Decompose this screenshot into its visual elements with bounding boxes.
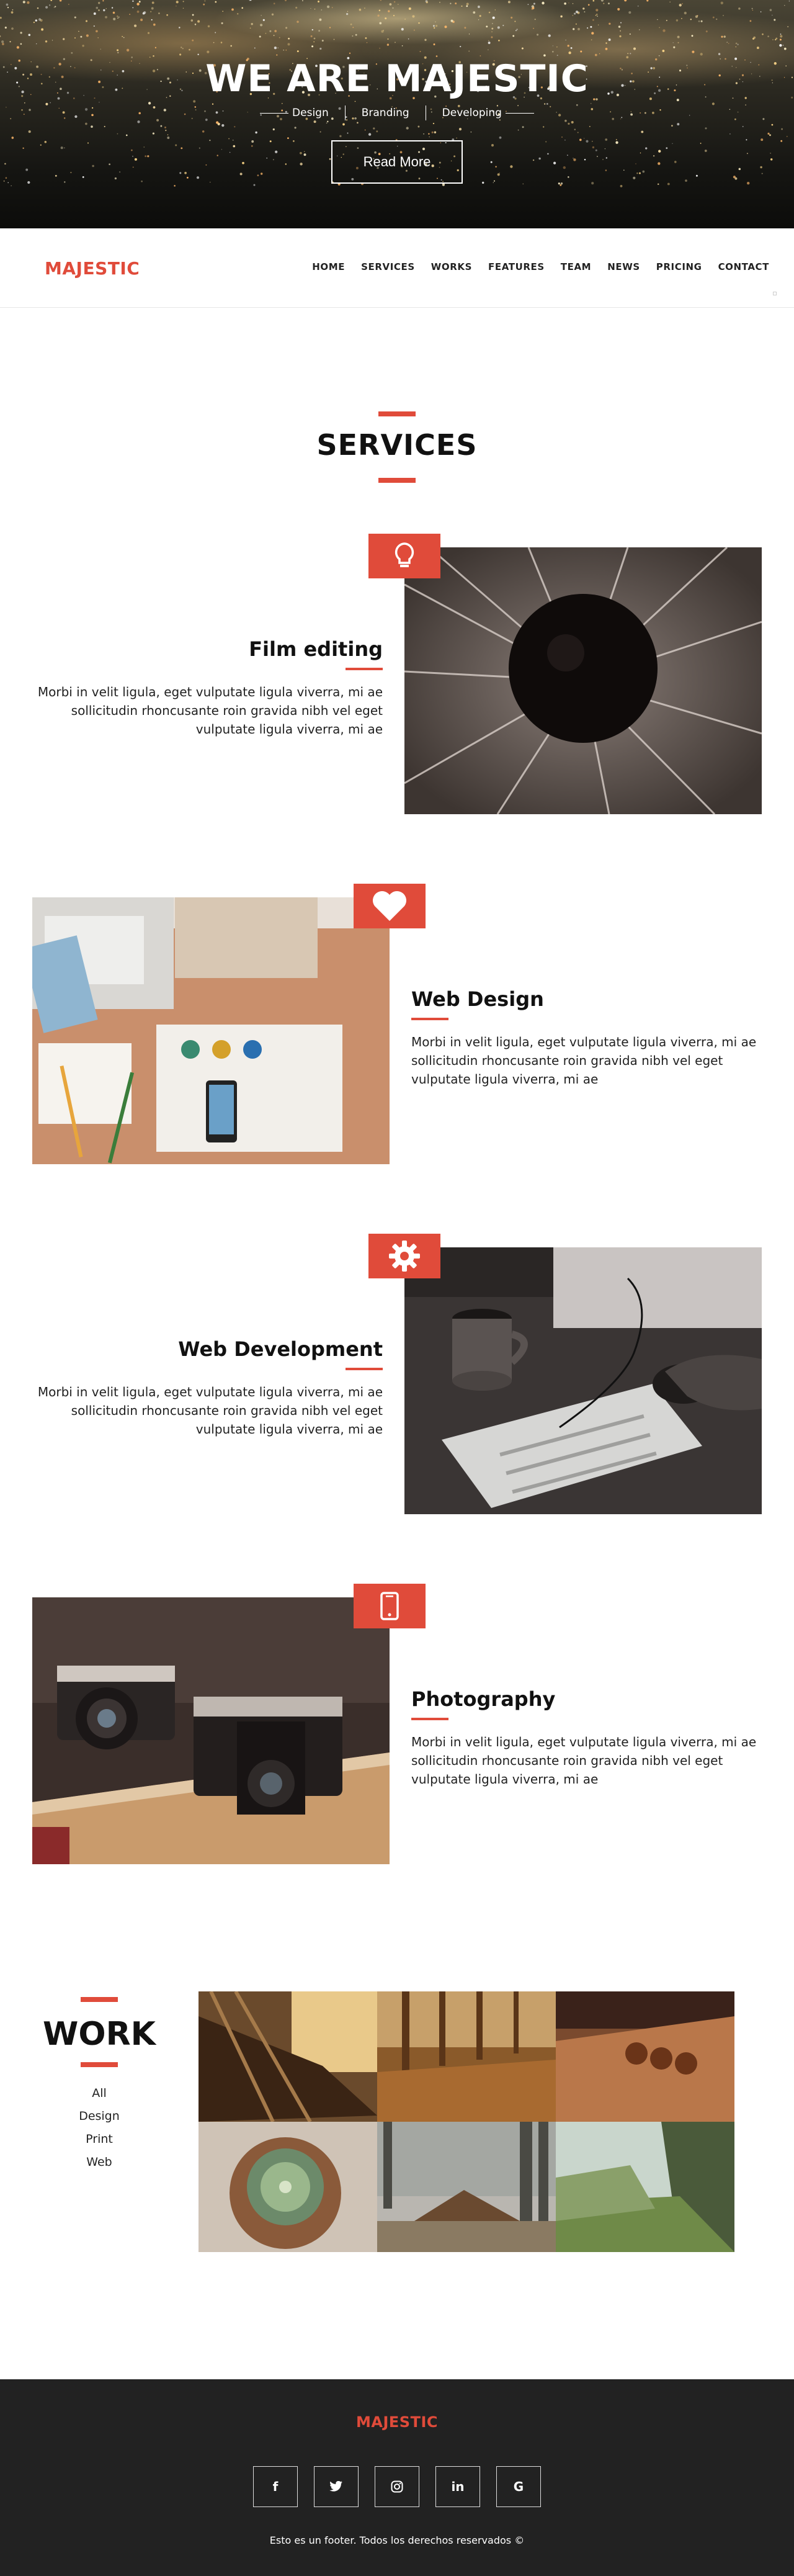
nav-works[interactable]: WORKS xyxy=(431,261,472,272)
service-icon-badge xyxy=(368,1234,440,1278)
web-design-image xyxy=(32,897,390,1164)
work-filters: All Design Print Web xyxy=(62,2082,136,2174)
nav-home[interactable]: HOME xyxy=(312,261,345,272)
main-navbar: MAJESTIC HOME SERVICES WORKS FEATURES TE… xyxy=(0,228,794,308)
service-icon-badge xyxy=(368,534,440,578)
divider xyxy=(260,112,289,114)
service-description: Morbi in velit ligula, eget vulputate li… xyxy=(411,1735,757,1787)
service-title: Film editing xyxy=(249,637,383,661)
accent-bar xyxy=(378,411,416,416)
social-links: f in G xyxy=(253,2466,541,2507)
hero-tag-developing: Developing xyxy=(442,107,502,119)
gear-icon xyxy=(389,1241,420,1272)
heart-icon xyxy=(373,891,406,921)
service-icon-badge xyxy=(354,1584,426,1628)
footer-logo[interactable]: MAJESTIC xyxy=(0,2413,794,2431)
title-underline xyxy=(411,1018,448,1020)
accent-bar xyxy=(81,2062,118,2067)
service-description: Morbi in velit ligula, eget vulputate li… xyxy=(37,1384,383,1437)
hero-tag-branding: Branding xyxy=(361,107,409,119)
copyright-text: Esto es un footer. Todos los derechos re… xyxy=(269,2534,525,2546)
service-description: Morbi in velit ligula, eget vulputate li… xyxy=(411,1034,757,1087)
service-icon-badge xyxy=(354,884,426,928)
filter-print[interactable]: Print xyxy=(62,2128,136,2151)
twitter-icon[interactable] xyxy=(314,2466,359,2507)
logo[interactable]: MAJESTIC xyxy=(45,258,140,279)
mobile-icon xyxy=(380,1592,399,1620)
linkedin-icon[interactable]: in xyxy=(435,2466,480,2507)
nav-features[interactable]: FEATURES xyxy=(488,261,545,272)
nav-pricing[interactable]: PRICING xyxy=(656,261,702,272)
filter-web[interactable]: Web xyxy=(62,2151,136,2174)
filter-design[interactable]: Design xyxy=(62,2105,136,2128)
lightbulb-icon xyxy=(395,542,414,567)
work-gallery xyxy=(198,1991,734,2252)
services-title: SERVICES xyxy=(316,428,478,462)
title-underline xyxy=(346,668,383,670)
footer: MAJESTIC f in G Esto es un footer. Todos… xyxy=(0,2379,794,2576)
service-title: Web Design xyxy=(411,987,544,1011)
gallery-item[interactable] xyxy=(377,1991,556,2122)
nav-services[interactable]: SERVICES xyxy=(361,261,415,272)
nav-news[interactable]: NEWS xyxy=(607,261,640,272)
service-title: Photography xyxy=(411,1687,556,1711)
title-underline xyxy=(346,1368,383,1370)
nav-team[interactable]: TEAM xyxy=(561,261,591,272)
gallery-item[interactable] xyxy=(556,1991,734,2122)
film-editing-image xyxy=(404,547,762,814)
google-icon[interactable]: G xyxy=(496,2466,541,2507)
nav-contact[interactable]: CONTACT xyxy=(718,261,769,272)
scroll-indicator xyxy=(773,292,777,295)
hero-section: WE ARE MAJESTIC Design Branding Developi… xyxy=(0,0,794,228)
web-development-image xyxy=(404,1247,762,1514)
divider xyxy=(344,105,346,120)
hero-tag-design: Design xyxy=(292,107,329,119)
nav-menu: HOME SERVICES WORKS FEATURES TEAM NEWS P… xyxy=(296,261,769,272)
photography-image xyxy=(32,1597,390,1864)
facebook-icon[interactable]: f xyxy=(253,2466,298,2507)
instagram-icon[interactable] xyxy=(375,2466,419,2507)
hero-tags: Design Branding Developing xyxy=(0,105,794,120)
title-underline xyxy=(411,1718,448,1720)
gallery-item[interactable] xyxy=(556,2122,734,2252)
read-more-button[interactable]: Read More xyxy=(331,140,463,184)
filter-all[interactable]: All xyxy=(62,2082,136,2105)
divider xyxy=(505,112,534,114)
gallery-item[interactable] xyxy=(198,1991,377,2122)
gallery-item[interactable] xyxy=(198,2122,377,2252)
service-title: Web Development xyxy=(178,1337,383,1361)
service-description: Morbi in velit ligula, eget vulputate li… xyxy=(37,684,383,737)
accent-bar xyxy=(378,478,416,483)
gallery-item[interactable] xyxy=(377,2122,556,2252)
work-title: WORK xyxy=(43,2016,156,2053)
accent-bar xyxy=(81,1997,118,2002)
hero-title: WE ARE MAJESTIC xyxy=(205,57,589,101)
